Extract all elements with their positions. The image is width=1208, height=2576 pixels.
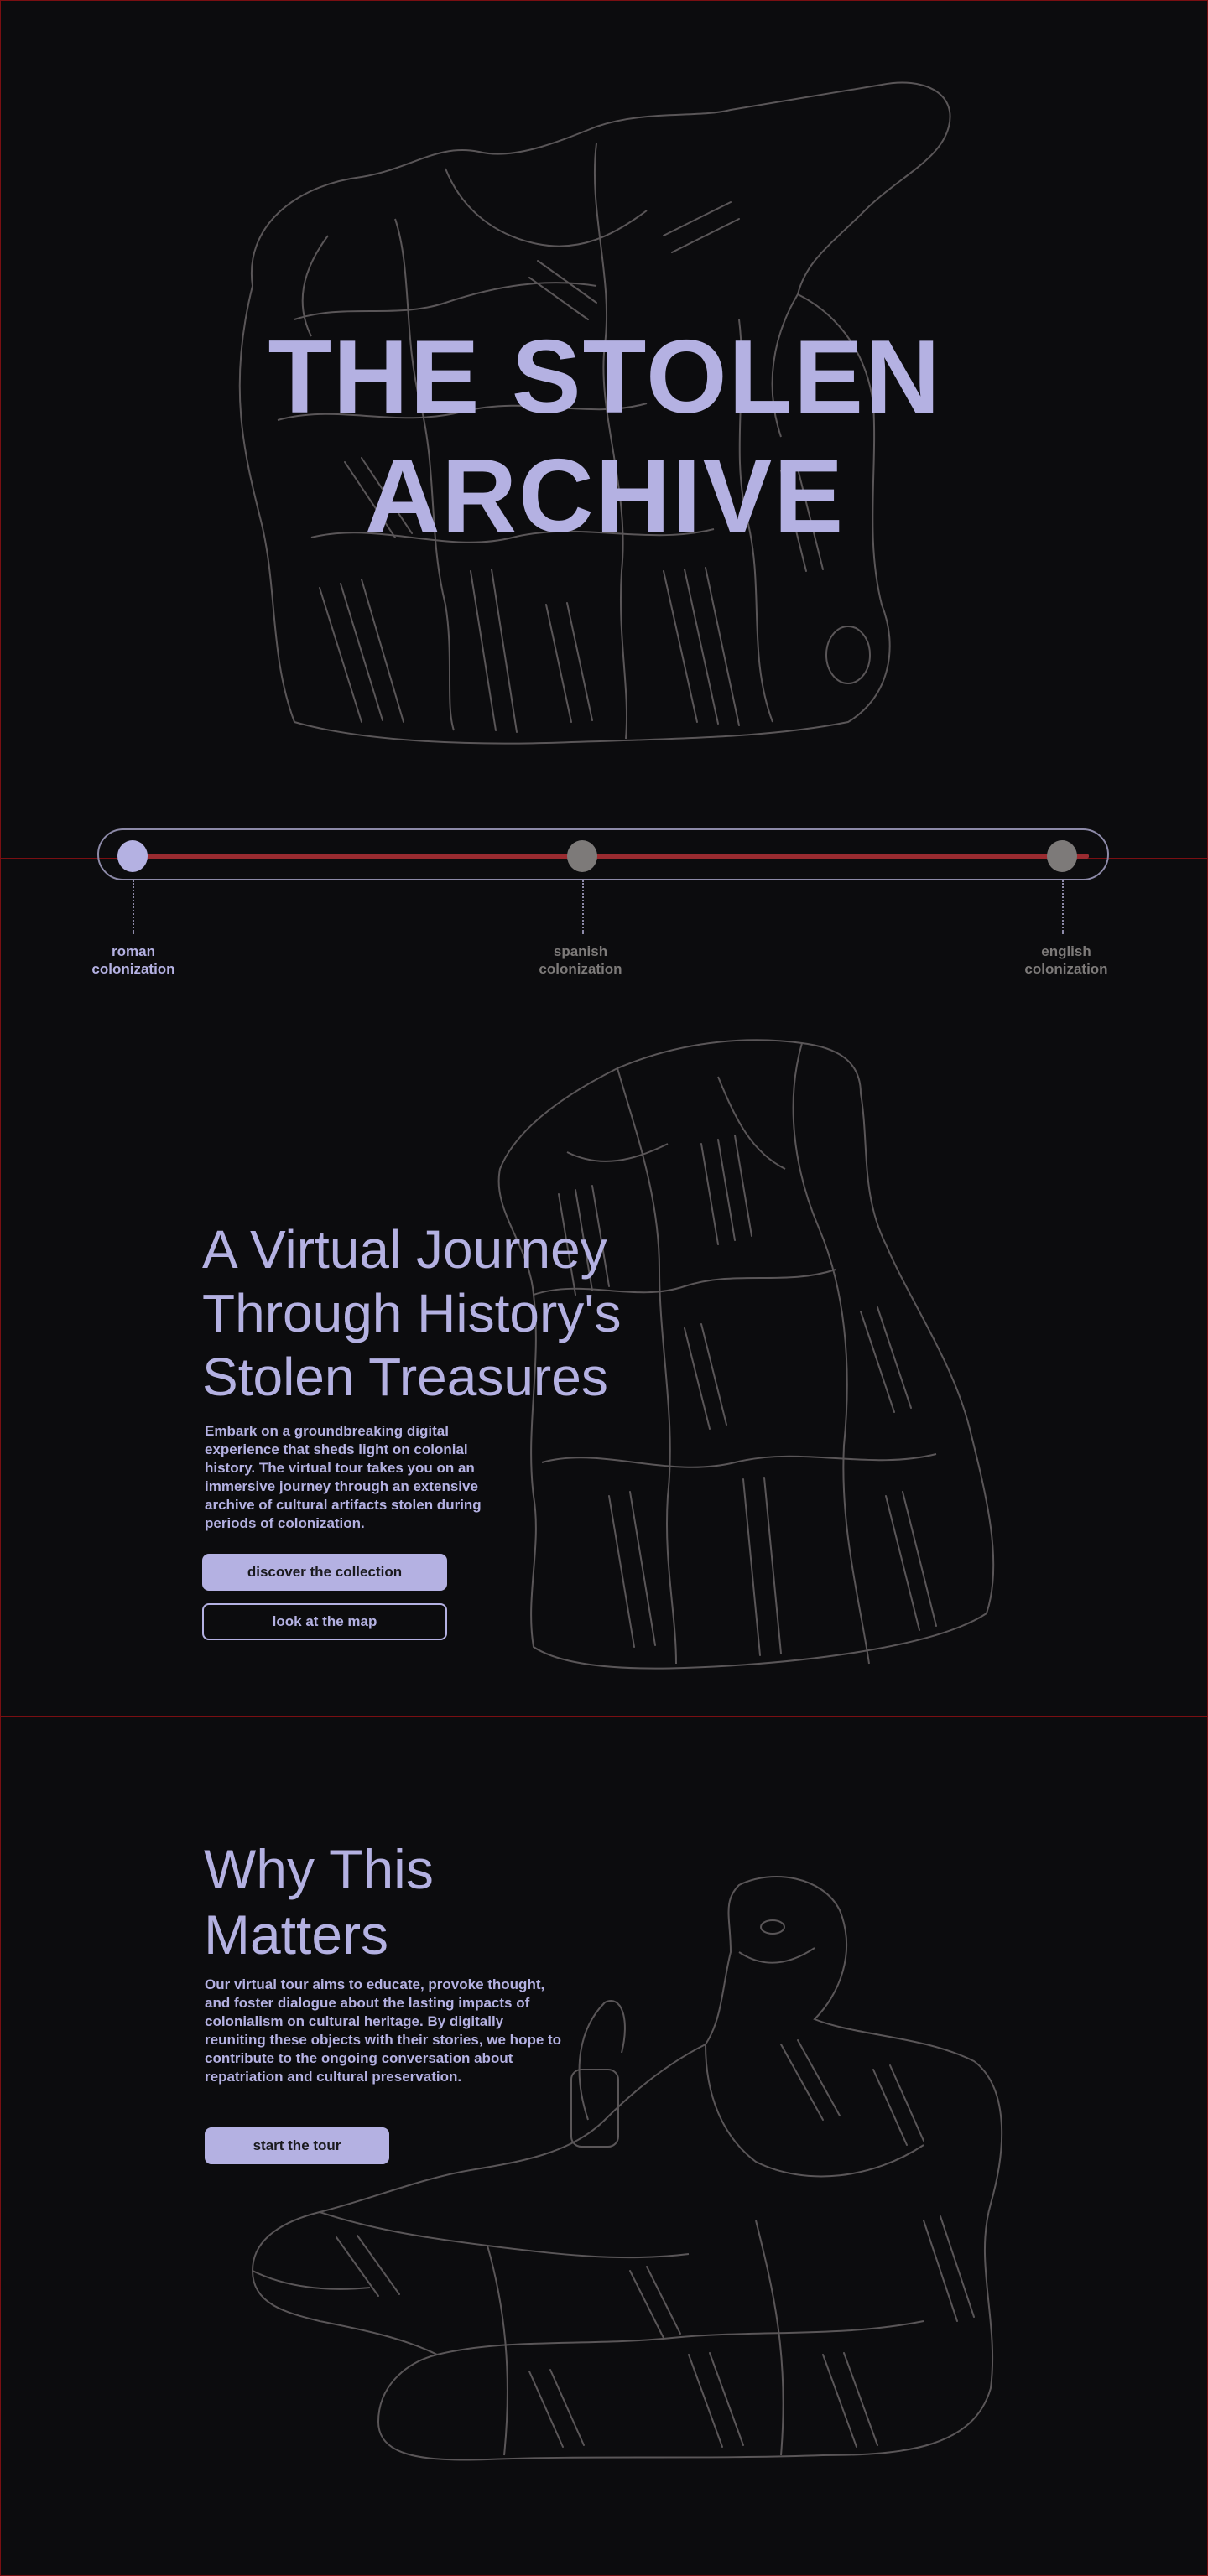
journey-section: A Virtual Journey Through History's Stol…: [0, 859, 1208, 1717]
why-section: Why This Matters Our virtual tour aims t…: [0, 1717, 1208, 2576]
discover-collection-button[interactable]: discover the collection: [202, 1554, 447, 1591]
why-description: Our virtual tour aims to educate, provok…: [205, 1976, 562, 2085]
hero-title-line-2: ARCHIVE: [364, 439, 846, 554]
hero-section: THE STOLEN ARCHIVE: [0, 0, 1208, 859]
journey-description: Embark on a groundbreaking digital exper…: [205, 1423, 482, 1531]
hero-title-line-1: THE STOLEN: [268, 319, 942, 435]
journey-title: A Virtual Journey Through History's Stol…: [202, 1219, 622, 1407]
look-at-map-button[interactable]: look at the map: [202, 1603, 447, 1640]
why-title: Why This Matters: [204, 1838, 434, 1966]
hero-title: THE STOLEN ARCHIVE: [1, 318, 1208, 556]
start-tour-button[interactable]: start the tour: [205, 2127, 389, 2164]
